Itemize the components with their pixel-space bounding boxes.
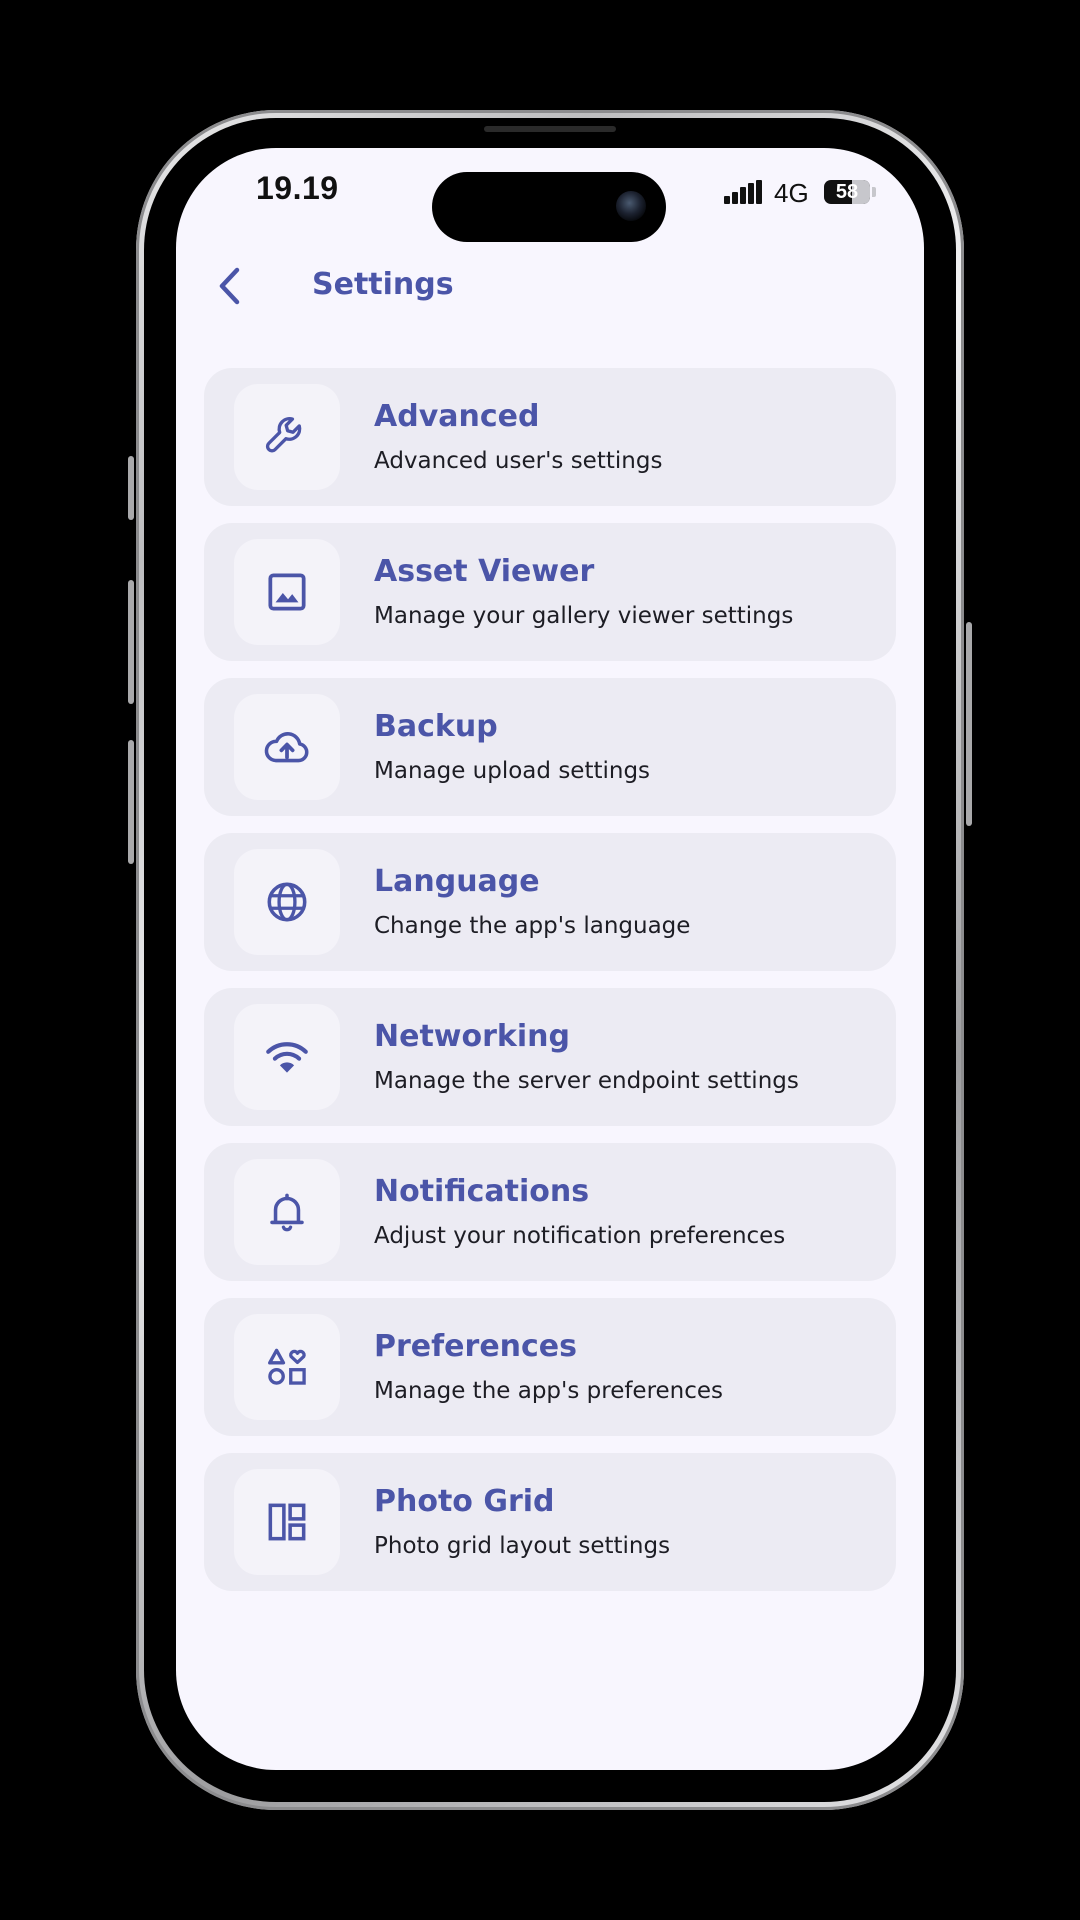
setting-title: Asset Viewer xyxy=(374,554,595,589)
front-camera xyxy=(616,191,646,221)
battery-nub xyxy=(872,187,876,197)
icon-tile xyxy=(234,1004,340,1110)
setting-subtitle: Manage the app's preferences xyxy=(374,1378,724,1404)
image-icon xyxy=(268,573,306,611)
setting-subtitle: Manage your gallery viewer settings xyxy=(374,603,794,629)
setting-subtitle: Manage upload settings xyxy=(374,758,651,784)
shapes-icon xyxy=(268,1348,306,1385)
setting-title: Backup xyxy=(374,709,498,744)
setting-subtitle: Photo grid layout settings xyxy=(374,1533,671,1559)
dynamic-island xyxy=(432,172,666,242)
bell-icon xyxy=(270,1193,304,1232)
network-type: 4G xyxy=(774,178,809,208)
setting-subtitle: Adjust your notification preferences xyxy=(374,1223,786,1249)
page-title: Settings xyxy=(312,267,454,302)
icon-tile xyxy=(234,849,340,955)
setting-subtitle: Advanced user's settings xyxy=(374,448,663,474)
setting-item-advanced[interactable]: Advanced Advanced user's settings xyxy=(204,368,896,506)
setting-title: Networking xyxy=(374,1019,570,1054)
power-button xyxy=(966,622,972,826)
setting-item-preferences[interactable]: Preferences Manage the app's preferences xyxy=(204,1298,896,1436)
globe-icon xyxy=(267,882,307,922)
setting-item-asset-viewer[interactable]: Asset Viewer Manage your gallery viewer … xyxy=(204,523,896,661)
icon-tile xyxy=(234,384,340,490)
cellular-signal-icon xyxy=(724,180,764,204)
chevron-left-icon xyxy=(219,267,240,305)
setting-item-backup[interactable]: Backup Manage upload settings xyxy=(204,678,896,816)
grid-layout-icon xyxy=(268,1503,306,1541)
icon-tile xyxy=(234,539,340,645)
app-screen: 19.19 4G 58 Settings Advanced Advanced u… xyxy=(176,148,924,1770)
setting-title: Language xyxy=(374,864,540,899)
wifi-icon xyxy=(266,1042,308,1073)
action-button xyxy=(128,456,134,520)
setting-title: Advanced xyxy=(374,399,540,434)
earpiece-speaker xyxy=(484,126,616,132)
setting-item-notifications[interactable]: Notifications Adjust your notification p… xyxy=(204,1143,896,1281)
volume-up-button xyxy=(128,580,134,704)
icon-tile xyxy=(234,1469,340,1575)
setting-title: Preferences xyxy=(374,1329,578,1364)
icon-tile xyxy=(234,1314,340,1420)
setting-subtitle: Manage the server endpoint settings xyxy=(374,1068,799,1094)
setting-subtitle: Change the app's language xyxy=(374,913,691,939)
setting-item-networking[interactable]: Networking Manage the server endpoint se… xyxy=(204,988,896,1126)
battery-level: 58 xyxy=(835,181,859,203)
setting-item-language[interactable]: Language Change the app's language xyxy=(204,833,896,971)
setting-title: Notifications xyxy=(374,1174,590,1209)
back-button[interactable] xyxy=(206,262,254,310)
volume-down-button xyxy=(128,740,134,864)
status-time: 19.19 xyxy=(256,170,339,206)
setting-title: Photo Grid xyxy=(374,1484,555,1519)
settings-list: Advanced Advanced user's settings Asset … xyxy=(204,368,896,1608)
icon-tile xyxy=(234,1159,340,1265)
wrench-icon xyxy=(265,417,302,453)
cloud-upload-icon xyxy=(264,732,309,763)
setting-item-photo-grid[interactable]: Photo Grid Photo grid layout settings xyxy=(204,1453,896,1591)
icon-tile xyxy=(234,694,340,800)
battery-icon: 58 xyxy=(824,180,870,204)
